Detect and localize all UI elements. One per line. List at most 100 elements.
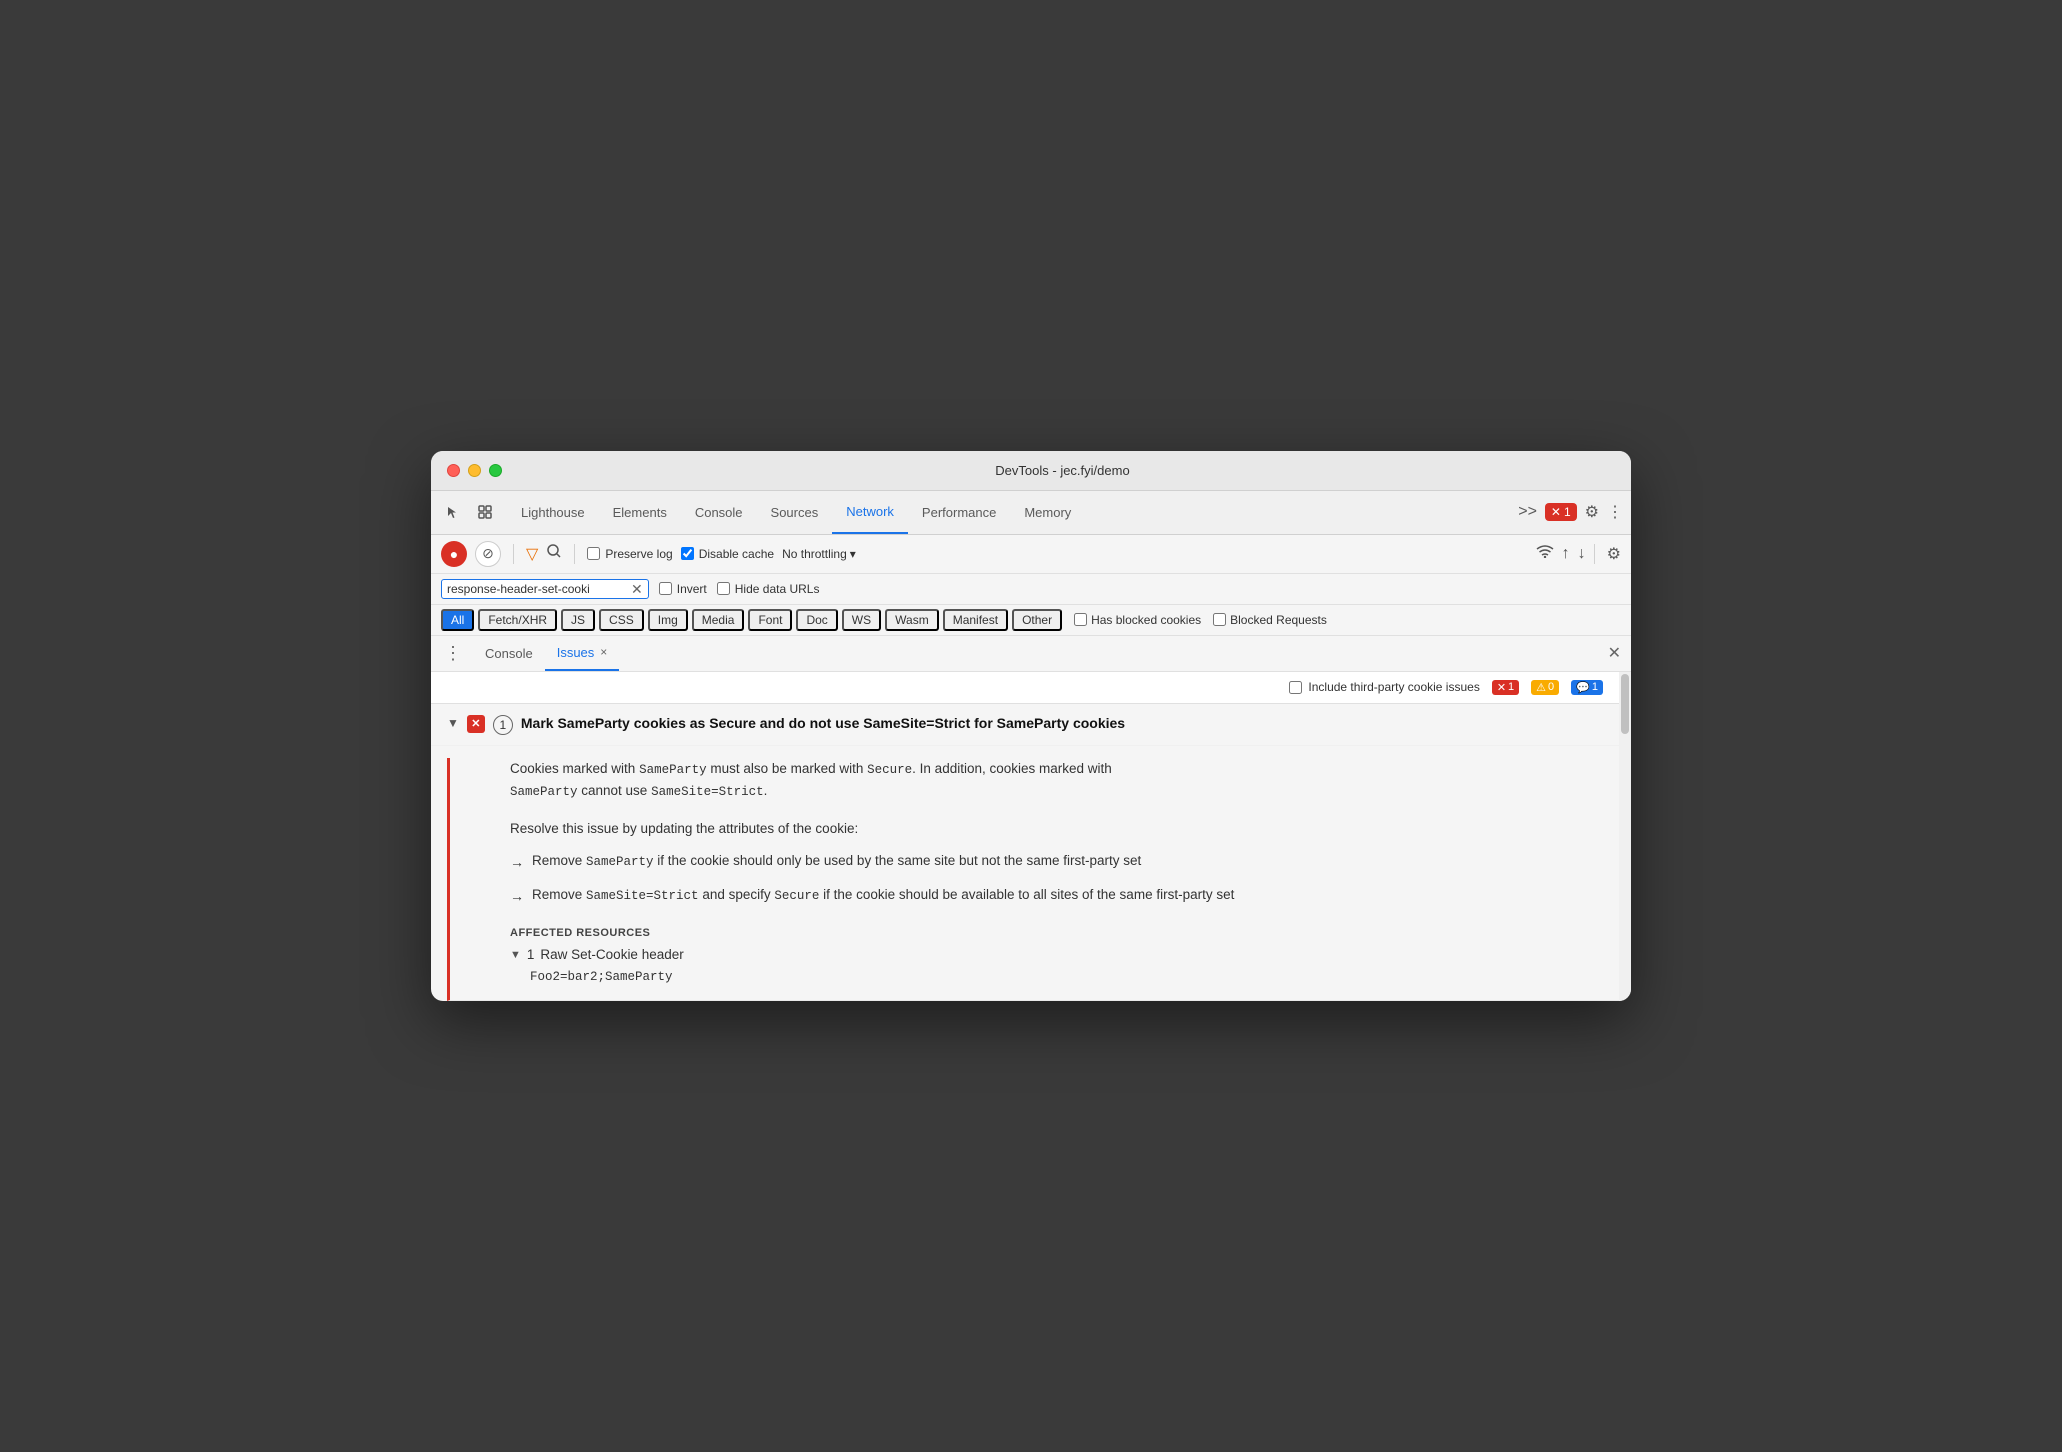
wifi-icon[interactable] [1536,544,1554,563]
blocked-requests-checkbox[interactable] [1213,613,1226,626]
kebab-menu-icon[interactable]: ⋮ [1607,502,1623,522]
stop-button[interactable]: ⊘ [475,541,501,567]
type-img-button[interactable]: Img [648,609,688,631]
window-title: DevTools - jec.fyi/demo [510,463,1615,478]
issue-title: Mark SameParty cookies as Secure and do … [521,714,1125,734]
type-media-button[interactable]: Media [692,609,745,631]
panel-tabs: ⋮ Console Issues × ✕ [431,636,1631,672]
tab-network[interactable]: Network [832,490,908,534]
filter-bar: ✕ Invert Hide data URLs [431,574,1631,605]
bullet-2-code-2: Secure [774,889,819,903]
inspect-icon[interactable] [471,498,499,526]
type-wasm-button[interactable]: Wasm [885,609,939,631]
issues-error-badge: ✕ 1 [1492,680,1519,695]
has-blocked-cookies-label[interactable]: Has blocked cookies [1074,613,1201,627]
upload-icon[interactable]: ↑ [1562,545,1570,563]
issue-bullet-1: → Remove SameParty if the cookie should … [510,851,1603,873]
filter-input-wrapper: ✕ [441,579,649,599]
toolbar-icons: ↑ ↓ ⚙ [1536,544,1621,564]
record-button[interactable]: ● [441,541,467,567]
bullet-1-arrow: → [510,852,524,873]
filter-input[interactable] [447,582,627,596]
throttle-dropdown[interactable]: No throttling ▾ [782,547,856,561]
issue-expand-arrow[interactable]: ▼ [447,716,459,730]
error-badge[interactable]: ✕ 1 [1545,503,1577,521]
more-tabs-button[interactable]: >> [1510,495,1545,529]
network-settings-icon[interactable]: ⚙ [1607,544,1621,564]
scrollbar-thumb[interactable] [1621,674,1629,734]
issues-warning-badge: ⚠ 0 [1531,680,1559,695]
invert-label[interactable]: Invert [659,582,707,596]
panel-options-icon[interactable]: ⋮ [441,641,465,665]
resource-row[interactable]: ▼ 1 Raw Set-Cookie header [510,947,1603,962]
issues-toolbar: Include third-party cookie issues ✕ 1 ⚠ … [431,672,1619,704]
third-party-label[interactable]: Include third-party cookie issues [1289,680,1479,694]
issue-row[interactable]: ▼ ✕ 1 Mark SameParty cookies as Secure a… [431,704,1619,746]
tab-performance[interactable]: Performance [908,490,1010,534]
nav-right: ✕ 1 ⚙ ⋮ [1545,502,1623,522]
sameparty-code-1: SameParty [639,763,707,777]
tab-console[interactable]: Console [681,490,757,534]
type-js-button[interactable]: JS [561,609,595,631]
samesitestrict-code: SameSite=Strict [651,785,764,799]
type-filters: All Fetch/XHR JS CSS Img Media Font Doc … [431,605,1631,636]
affected-label: AFFECTED RESOURCES [510,927,1603,939]
type-css-button[interactable]: CSS [599,609,644,631]
issue-error-icon: ✕ [467,715,485,733]
issues-tab-close[interactable]: × [600,645,607,659]
bullet-1-text: Remove SameParty if the cookie should on… [532,851,1141,872]
cursor-icon[interactable] [439,498,467,526]
disable-cache-label[interactable]: Disable cache [681,547,774,561]
blocked-requests-label[interactable]: Blocked Requests [1213,613,1327,627]
preserve-log-checkbox[interactable] [587,547,600,560]
type-other-button[interactable]: Other [1012,609,1062,631]
third-party-checkbox[interactable] [1289,681,1302,694]
type-ws-button[interactable]: WS [842,609,881,631]
bullet-2-arrow: → [510,886,524,907]
filter-icon[interactable]: ▽ [526,544,538,564]
issues-error-count: 1 [1508,681,1514,693]
tab-issues-panel[interactable]: Issues × [545,635,620,671]
bullet-1-code: SameParty [586,855,654,869]
resource-value: Foo2=bar2;SameParty [530,970,1603,984]
nav-tabs: Lighthouse Elements Console Sources Netw… [507,490,1510,534]
type-doc-button[interactable]: Doc [796,609,837,631]
tab-memory[interactable]: Memory [1010,490,1085,534]
type-manifest-button[interactable]: Manifest [943,609,1008,631]
error-x-icon: ✕ [1551,505,1561,519]
type-font-button[interactable]: Font [748,609,792,631]
type-all-button[interactable]: All [441,609,474,631]
type-fetch-xhr-button[interactable]: Fetch/XHR [478,609,557,631]
hide-data-urls-checkbox[interactable] [717,582,730,595]
settings-icon[interactable]: ⚙ [1585,502,1599,522]
download-icon[interactable]: ↓ [1578,545,1586,563]
disable-cache-checkbox[interactable] [681,547,694,560]
nav-icon-group [439,498,499,526]
titlebar: DevTools - jec.fyi/demo [431,451,1631,491]
close-button[interactable] [447,464,460,477]
tab-lighthouse[interactable]: Lighthouse [507,490,599,534]
preserve-log-label[interactable]: Preserve log [587,547,672,561]
hide-data-urls-label[interactable]: Hide data URLs [717,582,820,596]
tab-console-panel[interactable]: Console [473,635,545,671]
issues-container: Include third-party cookie issues ✕ 1 ⚠ … [431,672,1631,1002]
search-icon[interactable] [546,543,562,564]
network-toolbar: ● ⊘ ▽ Preserve log Disable cache No thro… [431,535,1631,574]
secure-code: Secure [867,763,912,777]
tab-elements[interactable]: Elements [599,490,681,534]
issues-info-count: 1 [1592,681,1598,693]
filter-clear-button[interactable]: ✕ [631,582,643,596]
resource-label: Raw Set-Cookie header [540,947,683,962]
panel-close-button[interactable]: ✕ [1608,643,1621,663]
minimize-button[interactable] [468,464,481,477]
has-blocked-cookies-checkbox[interactable] [1074,613,1087,626]
maximize-button[interactable] [489,464,502,477]
issue-detail: Cookies marked with SameParty must also … [447,758,1619,1002]
resource-expand-icon[interactable]: ▼ [510,949,521,961]
toolbar-divider-3 [1594,544,1595,564]
scrollbar[interactable] [1619,672,1631,1002]
issue-bullet-2: → Remove SameSite=Strict and specify Sec… [510,885,1603,907]
invert-checkbox[interactable] [659,582,672,595]
sameparty-code-2: SameParty [510,785,578,799]
tab-sources[interactable]: Sources [757,490,833,534]
